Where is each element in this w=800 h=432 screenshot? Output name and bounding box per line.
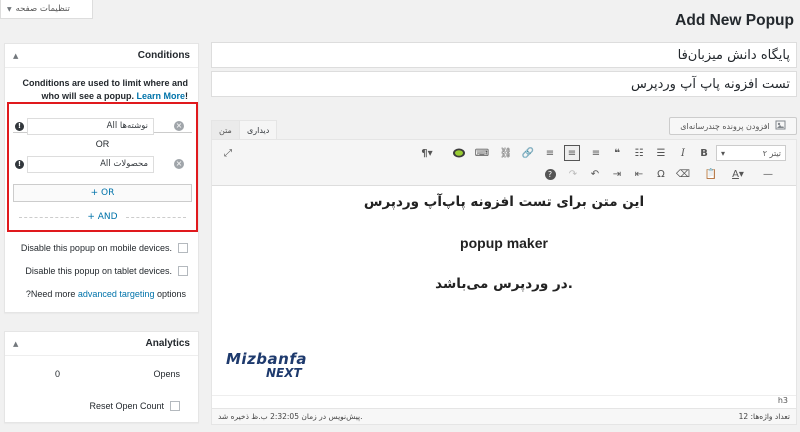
paste-text-icon[interactable]: 📋 <box>703 166 719 182</box>
word-count: تعداد واژه‌ها: 12 <box>738 412 790 421</box>
align-right-icon[interactable]: ≡ <box>542 145 558 161</box>
undo-icon[interactable]: ↶ <box>587 166 603 182</box>
conditions-title: Conditions <box>137 50 190 61</box>
advanced-targeting-row: ?Need more advanced targeting options <box>5 287 198 301</box>
element-path: h3 <box>212 395 796 407</box>
add-media-button[interactable]: افزودن پرونده چندرسانه‌ای <box>669 117 797 135</box>
editor-content[interactable]: این متن برای تست افزونه پاپ‌آپ وردپرس po… <box>212 186 796 392</box>
content-line-1: این متن برای تست افزونه پاپ‌آپ وردپرس <box>363 194 645 210</box>
toolbar-toggle-icon[interactable]: ⌨ <box>474 145 490 161</box>
clear-format-icon[interactable]: ⌫ <box>675 166 691 182</box>
help-icon[interactable]: ? <box>542 166 558 182</box>
special-char-icon[interactable]: Ω <box>653 166 669 182</box>
editor-status-bar: پیش‌نویس در زمان 2:32:05 ب.ظ ذخیره شد. ت… <box>212 408 796 424</box>
align-left-icon[interactable]: ≡ <box>588 145 604 161</box>
bullet-list-icon[interactable]: ☰ <box>653 145 669 161</box>
reset-open-count-label: Reset Open Count <box>89 401 164 411</box>
condition-rule-1: ! All نوشته‌ها × <box>9 117 196 135</box>
mizbanfa-logo: Mizbanfa NEXT <box>226 350 314 384</box>
text-color-icon[interactable]: A ▾ <box>730 166 746 182</box>
link-icon[interactable]: 🔗 <box>520 145 536 161</box>
conditions-description: Conditions are used to limit where and w… <box>5 68 198 103</box>
numbered-list-icon[interactable]: ☷ <box>631 145 647 161</box>
add-and-button[interactable]: + AND <box>9 212 196 222</box>
paragraph-icon[interactable]: ¶▾ <box>419 145 435 161</box>
exclamation-icon[interactable]: ! <box>15 159 24 169</box>
indent-icon[interactable]: ⇥ <box>609 166 625 182</box>
caret-down-icon: ▼ <box>7 5 12 13</box>
media-icon <box>775 120 786 132</box>
analytics-box: ▲ Analytics 0 Opens Reset Open Count <box>4 331 199 423</box>
or-separator: OR <box>95 139 110 149</box>
disable-tablet-row: Disable this popup on tablet devices. <box>5 264 198 278</box>
targeting-prefix: ?Need more <box>25 289 76 299</box>
targeting-suffix: options <box>156 289 186 299</box>
content-line-3: در وردپرس می‌باشد. <box>435 276 573 292</box>
opens-value: 0 <box>55 369 61 379</box>
remove-condition-icon[interactable]: × <box>174 159 184 169</box>
format-select[interactable]: ▾ تیتر ۲ <box>716 145 786 161</box>
remove-condition-icon[interactable]: × <box>174 121 184 131</box>
blockquote-icon[interactable]: ❝ <box>609 145 625 161</box>
condition-rule-2: ! All محصولات × <box>9 155 196 173</box>
add-or-button[interactable]: + OR <box>13 184 192 202</box>
unlink-icon[interactable]: ⛓ <box>498 145 514 161</box>
condition-select-1[interactable]: All نوشته‌ها <box>27 117 154 135</box>
editor-toolbar: ▾ تیتر ۲ B I ☰ ☷ ❝ ≡ ≡ ≡ 🔗 ⛓ ⌨ ¶▾ ⤢ — A ▾… <box>212 140 796 186</box>
disable-tablet-label: Disable this popup on tablet devices. <box>25 266 172 276</box>
screen-options-button[interactable]: ▼ تنظیمات صفحه <box>0 0 93 19</box>
disable-mobile-label: Disable this popup on mobile devices. <box>20 243 172 253</box>
bold-icon[interactable]: B <box>696 145 712 161</box>
popup-name-input[interactable]: پایگاه دانش میزبان‌فا <box>211 42 797 68</box>
tab-visual[interactable]: دیداری <box>239 120 278 139</box>
popup-title-input[interactable]: تست افزونه پاپ آپ وردپرس <box>211 71 797 97</box>
page-title: Add New Popup <box>675 12 794 29</box>
content-line-2: popup maker <box>460 235 548 251</box>
analytics-title: Analytics <box>145 338 190 349</box>
autosave-status: پیش‌نویس در زمان 2:32:05 ب.ظ ذخیره شد. <box>218 412 363 421</box>
reset-open-count-row: Reset Open Count <box>5 399 198 413</box>
format-select-value: تیتر ۲ <box>762 148 781 158</box>
screen-options-label: تنظیمات صفحه <box>15 4 70 14</box>
learn-more-link[interactable]: Learn More <box>136 91 185 101</box>
redo-icon[interactable]: ↷ <box>565 166 581 182</box>
condition-select-2[interactable]: All محصولات <box>27 155 154 173</box>
disable-mobile-checkbox[interactable] <box>178 243 188 253</box>
conditions-box: ▲ Conditions Conditions are used to limi… <box>4 43 199 313</box>
collapse-toggle-icon[interactable]: ▲ <box>13 52 18 60</box>
outdent-icon[interactable]: ⇤ <box>631 166 647 182</box>
italic-icon[interactable]: I <box>675 145 691 161</box>
add-media-label: افزودن پرونده چندرسانه‌ای <box>680 121 770 131</box>
conditions-header[interactable]: ▲ Conditions <box>5 44 198 68</box>
horizontal-line-icon[interactable]: — <box>760 166 776 182</box>
collapse-toggle-icon[interactable]: ▲ <box>13 340 18 348</box>
align-center-icon[interactable]: ≡ <box>564 145 580 161</box>
advanced-targeting-link[interactable]: advanced targeting <box>78 289 155 299</box>
plugin-icon[interactable] <box>451 145 467 161</box>
exclamation-icon[interactable]: ! <box>15 121 24 131</box>
conditions-highlight-box: ! All نوشته‌ها × OR ! All محصولات × + OR… <box>7 102 198 232</box>
opens-row: 0 Opens <box>5 369 198 383</box>
fullscreen-icon[interactable]: ⤢ <box>220 145 236 161</box>
logo-sub: NEXT <box>266 366 302 380</box>
editor-frame: ▾ تیتر ۲ B I ☰ ☷ ❝ ≡ ≡ ≡ 🔗 ⛓ ⌨ ¶▾ ⤢ — A ▾… <box>211 139 797 425</box>
disable-tablet-checkbox[interactable] <box>178 266 188 276</box>
analytics-header[interactable]: ▲ Analytics <box>5 332 198 356</box>
tab-text[interactable]: متن <box>211 120 240 139</box>
disable-mobile-row: Disable this popup on mobile devices. <box>5 241 198 255</box>
opens-label: Opens <box>153 369 180 379</box>
conditions-description-tail: ! <box>185 91 188 101</box>
chevron-down-icon: ▾ <box>721 148 726 158</box>
reset-open-count-checkbox[interactable] <box>170 401 180 411</box>
